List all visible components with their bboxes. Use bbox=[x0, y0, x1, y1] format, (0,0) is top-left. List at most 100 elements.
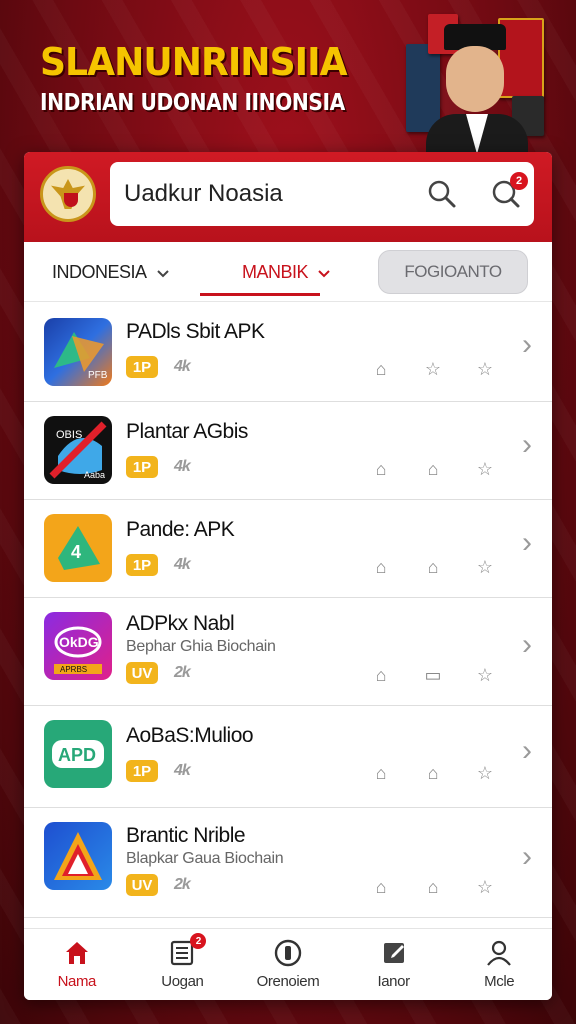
app-icon-text: APRBS bbox=[60, 665, 87, 674]
tab-note[interactable]: Ianor bbox=[341, 929, 447, 1000]
person-illustration bbox=[426, 24, 528, 164]
chevron-right-icon[interactable]: › bbox=[522, 628, 532, 662]
app-subtitle: Blapkar Gaua Biochain bbox=[126, 850, 284, 867]
app-rating: 4k bbox=[174, 458, 191, 475]
bottom-navigation: Nama 2 Uogan Orenoiem Ianor Mcle bbox=[24, 928, 552, 1000]
promo-title: SLANUNRINSIIA bbox=[40, 40, 348, 84]
list-icon: 2 bbox=[168, 933, 207, 967]
chevron-right-icon[interactable]: › bbox=[522, 734, 532, 768]
person-icon bbox=[485, 939, 513, 967]
app-title: Pande: APK bbox=[126, 518, 235, 541]
app-title: Plantar AGbis bbox=[126, 420, 248, 443]
bag-icon[interactable]: ▭ bbox=[422, 664, 444, 686]
app-title: PADls Sbit APK bbox=[126, 320, 265, 343]
list-item[interactable]: APD AoBaS:Mulioo 1P 4k ⌂ ⌂ ☆ › bbox=[24, 706, 552, 808]
category-dropdown[interactable]: MANBIK bbox=[242, 262, 330, 283]
app-store-panel: 2 INDONESIA MANBIK FOGIOANTO PFB PADls S… bbox=[24, 152, 552, 1000]
country-dropdown[interactable]: INDONESIA bbox=[52, 262, 169, 283]
app-subtitle: Bephar Ghia Biochain bbox=[126, 638, 276, 655]
tab-label: Mcle bbox=[484, 973, 515, 990]
home-outline-icon[interactable]: ⌂ bbox=[422, 876, 444, 898]
chevron-down-icon bbox=[318, 262, 330, 283]
search-input[interactable] bbox=[124, 180, 404, 208]
app-icon: OBIS Aaba bbox=[44, 416, 112, 484]
chevron-right-icon[interactable]: › bbox=[522, 328, 532, 362]
promo-headline: SLANUNRINSIIA INDRIAN UDONAN IINONSIA bbox=[40, 40, 400, 116]
tab-label: Nama bbox=[57, 973, 97, 990]
search-icon[interactable] bbox=[426, 178, 458, 210]
category-dropdown-label: MANBIK bbox=[242, 262, 309, 282]
list-item[interactable]: Brantic Nrible Blapkar Gaua Biochain UV … bbox=[24, 808, 552, 918]
app-badge: 1P bbox=[126, 456, 158, 478]
home-outline-icon[interactable]: ⌂ bbox=[422, 458, 444, 480]
app-icon-text: OkDG bbox=[59, 634, 99, 650]
list-item[interactable]: OBIS Aaba Plantar AGbis 1P 4k ⌂ ⌂ ☆ › bbox=[24, 402, 552, 500]
app-title: ADPkx Nabl bbox=[126, 612, 235, 635]
garuda-emblem-logo bbox=[40, 166, 96, 222]
list-item[interactable]: PFB PADls Sbit APK 1P 4k ⌂ ☆ ☆ › bbox=[24, 304, 552, 402]
app-rating: 2k bbox=[174, 664, 191, 681]
tag-icon[interactable]: ⌂ bbox=[370, 458, 392, 480]
home-icon bbox=[63, 939, 91, 967]
app-icon: 4 bbox=[44, 514, 112, 582]
star-outline-icon[interactable]: ☆ bbox=[474, 458, 496, 480]
app-badge: 1P bbox=[126, 554, 158, 576]
star-outline-icon[interactable]: ☆ bbox=[474, 556, 496, 578]
note-icon bbox=[380, 939, 408, 967]
star-outline-icon[interactable]: ☆ bbox=[474, 762, 496, 784]
notification-badge: 2 bbox=[510, 172, 528, 190]
filter-action-button[interactable]: FOGIOANTO bbox=[378, 250, 528, 294]
list-item[interactable]: OkDG APRBS ADPkx Nabl Bephar Ghia Biochai… bbox=[24, 598, 552, 706]
app-title: Brantic Nrible bbox=[126, 824, 246, 847]
home-outline-icon[interactable]: ⌂ bbox=[422, 556, 444, 578]
tag-icon[interactable]: ⌂ bbox=[370, 664, 392, 686]
app-icon-text: OBIS bbox=[56, 429, 82, 441]
list-item[interactable]: 4 Pande: APK 1P 4k ⌂ ⌂ ☆ › bbox=[24, 500, 552, 598]
app-rating: 4k bbox=[174, 556, 191, 573]
tab-profile[interactable]: Mcle bbox=[446, 929, 552, 1000]
tab-label: Ianor bbox=[377, 973, 410, 990]
app-badge: UV bbox=[126, 874, 158, 896]
tab-badge: 2 bbox=[190, 933, 207, 949]
tab-label: Orenoiem bbox=[256, 973, 320, 990]
app-icon-text: APD bbox=[58, 745, 96, 765]
app-icon-text: PFB bbox=[88, 370, 108, 381]
app-icon: PFB bbox=[44, 318, 112, 386]
tag-icon[interactable]: ⌂ bbox=[370, 876, 392, 898]
svg-text:4: 4 bbox=[71, 542, 81, 562]
tab-list[interactable]: 2 Uogan bbox=[130, 929, 236, 1000]
hero-illustration bbox=[402, 4, 552, 164]
star-outline-icon[interactable]: ☆ bbox=[474, 358, 496, 380]
tab-circle[interactable]: Orenoiem bbox=[235, 929, 341, 1000]
chevron-down-icon bbox=[156, 262, 169, 283]
promo-subtitle: INDRIAN UDONAN IINONSIA bbox=[40, 90, 345, 116]
app-rating: 4k bbox=[174, 762, 191, 779]
app-icon bbox=[44, 822, 112, 890]
app-rating: 4k bbox=[174, 358, 191, 375]
active-tab-indicator bbox=[200, 293, 320, 296]
app-rating: 2k bbox=[174, 876, 191, 893]
top-bar: 2 bbox=[24, 152, 552, 242]
app-icon: OkDG APRBS bbox=[44, 612, 112, 680]
app-badge: 1P bbox=[126, 760, 158, 782]
chevron-right-icon[interactable]: › bbox=[522, 428, 532, 462]
app-icon-text: Aaba bbox=[84, 470, 105, 480]
app-icon: APD bbox=[44, 720, 112, 788]
search-bar: 2 bbox=[110, 162, 534, 226]
app-badge: 1P bbox=[126, 356, 158, 378]
chevron-right-icon[interactable]: › bbox=[522, 840, 532, 874]
tab-home[interactable]: Nama bbox=[24, 929, 130, 1000]
country-dropdown-label: INDONESIA bbox=[52, 262, 147, 282]
circle-icon bbox=[274, 939, 302, 967]
tag-icon[interactable]: ⌂ bbox=[370, 556, 392, 578]
app-title: AoBaS:Mulioo bbox=[126, 724, 254, 747]
tag-icon[interactable]: ⌂ bbox=[370, 358, 392, 380]
star-outline-icon[interactable]: ☆ bbox=[474, 664, 496, 686]
home-outline-icon[interactable]: ⌂ bbox=[422, 762, 444, 784]
app-badge: UV bbox=[126, 662, 158, 684]
tag-icon[interactable]: ⌂ bbox=[370, 762, 392, 784]
chevron-right-icon[interactable]: › bbox=[522, 526, 532, 560]
star-outline-icon[interactable]: ☆ bbox=[474, 876, 496, 898]
notification-search-icon[interactable]: 2 bbox=[490, 172, 528, 210]
star-outline-icon[interactable]: ☆ bbox=[422, 358, 444, 380]
